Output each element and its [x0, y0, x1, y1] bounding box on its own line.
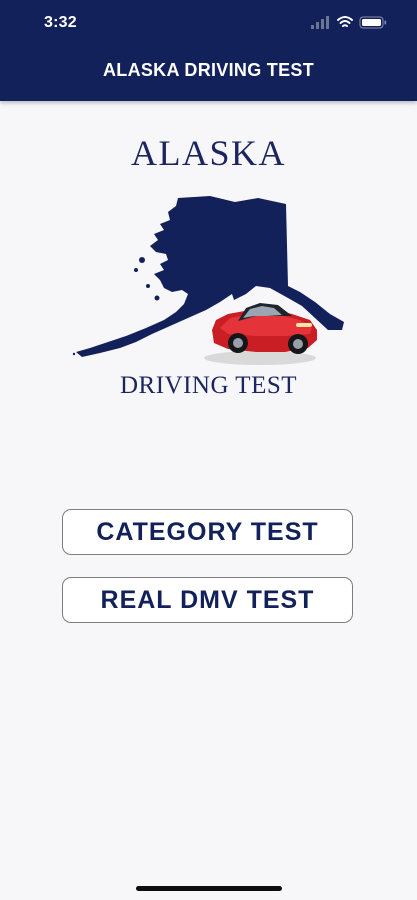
- alaska-map-illustration: [72, 196, 344, 365]
- app-header: 3:32 ALASKA DRIVING TEST: [0, 0, 417, 101]
- status-icons: [311, 14, 391, 32]
- logo-title: ALASKA: [130, 133, 286, 173]
- home-indicator[interactable]: [136, 886, 282, 891]
- category-test-button[interactable]: CATEGORY TEST: [62, 509, 353, 555]
- wifi-icon: [337, 16, 353, 27]
- red-car-icon: [204, 303, 317, 365]
- status-bar: 3:32: [0, 0, 417, 46]
- status-time: 3:32: [44, 14, 77, 31]
- nav-title: ALASKA DRIVING TEST: [102, 60, 315, 80]
- battery-icon: [359, 16, 387, 29]
- signal-icon: [311, 16, 329, 29]
- real-dmv-test-button[interactable]: REAL DMV TEST: [62, 577, 353, 623]
- logo-subtitle: DRIVING TEST: [119, 372, 298, 399]
